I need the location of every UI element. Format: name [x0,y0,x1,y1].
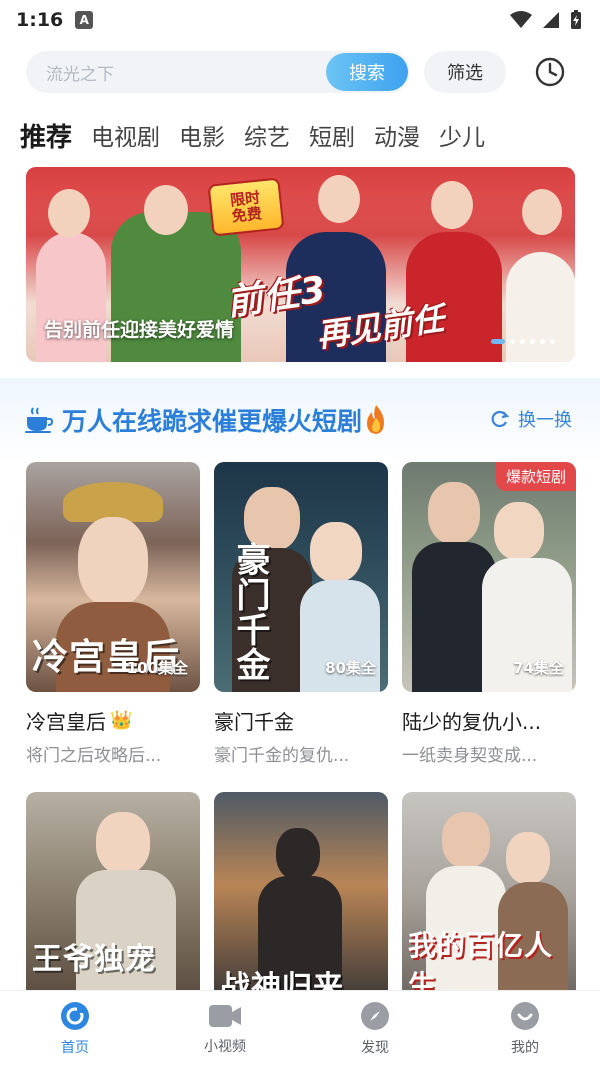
poster-figure [442,812,490,868]
banner-dot[interactable] [540,339,545,344]
nav-discover-label: 发现 [361,1039,389,1056]
poster-figure [310,522,362,582]
nav-discover[interactable]: 发现 [315,1001,435,1057]
drama-description: 将门之后攻略后... [26,746,162,766]
wifi-icon [510,11,532,28]
tab-tv-series[interactable]: 电视剧 [91,118,160,152]
drama-card[interactable]: 王爷独宠 [26,792,200,998]
tab-movie[interactable]: 电影 [179,118,225,152]
hot-drama-badge: 爆款短剧 [495,462,576,491]
poster-figure [276,828,320,880]
drama-name-text: 冷宫皇后 [26,710,106,734]
coffee-cup-icon [25,407,54,433]
nav-home-label: 首页 [61,1039,89,1056]
banner-caption: 告别前任迎接美好爱情 [44,319,235,341]
banner-dot[interactable] [550,339,555,344]
banner-dot[interactable] [510,339,515,344]
banner-dot[interactable] [520,339,525,344]
compass-icon [361,1001,389,1030]
drama-description: 一纸卖身契变成... [402,746,538,766]
episode-count: 80集全 [325,659,376,677]
drama-card[interactable]: 我的百亿人生 [402,792,576,998]
banner-dot[interactable] [530,339,535,344]
banner-background [26,167,575,237]
banner-dot[interactable] [491,339,505,344]
banner-figure-head [48,189,90,237]
section-header: 万人在线跪求催更爆火短剧 换一换 [0,378,600,462]
banner-figure [36,232,106,362]
drama-poster[interactable]: 爆款短剧 74集全 [402,462,576,692]
poster-figure [494,502,544,560]
poster-figure [506,832,550,884]
poster-title: 豪门千金 [230,542,270,682]
banner-figure [506,252,575,362]
banner-figure-head [144,185,188,235]
drama-name-text: 陆少的复仇小... [402,710,542,734]
nav-profile[interactable]: 我的 [465,1001,585,1057]
filter-button[interactable]: 筛选 [424,51,506,93]
drama-name-text: 豪门千金 [214,710,294,734]
search-placeholder: 流光之下 [46,64,114,85]
refresh-icon [491,410,510,428]
notification-a-icon: A [75,11,94,29]
banner-pagination[interactable] [491,339,555,344]
tab-variety[interactable]: 综艺 [244,118,290,152]
search-input[interactable]: 流光之下 搜索 [26,51,410,93]
tab-recommend[interactable]: 推荐 [20,117,72,154]
home-icon [61,1001,89,1030]
nav-short-video[interactable]: 小视频 [165,1002,285,1056]
nav-short-video-label: 小视频 [204,1038,246,1055]
category-tabs: 推荐 电视剧 电影 综艺 短剧 动漫 少儿 [0,104,600,166]
free-promo-tag: 限时 免费 [207,177,285,237]
drama-card[interactable]: 爆款短剧 74集全 陆少的复仇小... 一纸卖身契变成... [402,462,576,766]
bottom-nav: 首页 小视频 发现 我的 [0,990,600,1066]
refresh-button[interactable]: 换一换 [490,406,572,432]
drama-card[interactable]: 豪门千金 80集全 豪门千金 豪门千金的复仇... [214,462,388,766]
history-clock-icon[interactable] [532,54,568,90]
tab-anime[interactable]: 动漫 [374,118,420,152]
tab-short-drama[interactable]: 短剧 [309,118,355,152]
poster-figure [78,517,148,607]
nav-home[interactable]: 首页 [15,1001,135,1057]
drama-name: 陆少的复仇小... [402,706,576,735]
fire-icon [367,405,385,434]
drama-poster[interactable]: 战神归来 [214,792,388,998]
poster-title: 王爷独宠 [32,942,156,977]
poster-figure [96,812,150,874]
poster-figure [428,482,480,544]
promo-tag-line2: 免费 [230,204,263,226]
poster-figure [63,482,163,522]
battery-icon [571,10,581,29]
tab-kids[interactable]: 少儿 [439,118,485,152]
drama-poster[interactable]: 冷宫皇后 100集全 [26,462,200,692]
drama-name: 豪门千金 [214,706,388,735]
episode-count: 74集全 [513,659,564,677]
nav-profile-label: 我的 [511,1039,539,1056]
profile-icon [511,1001,539,1030]
drama-grid: 冷宫皇后 100集全 冷宫皇后 👑 将门之后攻略后... 豪门千金 80集全 豪… [26,462,576,998]
episode-count: 100集全 [126,659,188,677]
drama-name: 冷宫皇后 👑 [26,706,200,735]
status-bar: 1:16 A [0,0,600,40]
drama-poster[interactable]: 豪门千金 80集全 [214,462,388,692]
crown-icon: 👑 [110,710,133,731]
poster-title: 我的百亿人生 [408,929,554,998]
signal-icon [543,12,559,28]
section-title: 万人在线跪求催更爆火短剧 [62,407,363,436]
drama-poster[interactable]: 我的百亿人生 [402,792,576,998]
drama-card[interactable]: 战神归来 [214,792,388,998]
search-row: 流光之下 搜索 筛选 [0,40,600,104]
refresh-label: 换一换 [518,410,572,431]
banner-figure-head [431,181,473,229]
hero-banner[interactable]: 限时 免费 前任3 再见前任 告别前任迎接美好爱情 [26,167,575,362]
drama-card[interactable]: 冷宫皇后 100集全 冷宫皇后 👑 将门之后攻略后... [26,462,200,766]
banner-figure-head [522,189,562,235]
drama-description: 豪门千金的复仇... [214,746,350,766]
banner-figure-head [318,175,360,223]
search-button[interactable]: 搜索 [326,53,408,91]
status-time: 1:16 [16,9,64,31]
video-icon [209,1004,241,1027]
drama-poster[interactable]: 王爷独宠 [26,792,200,998]
